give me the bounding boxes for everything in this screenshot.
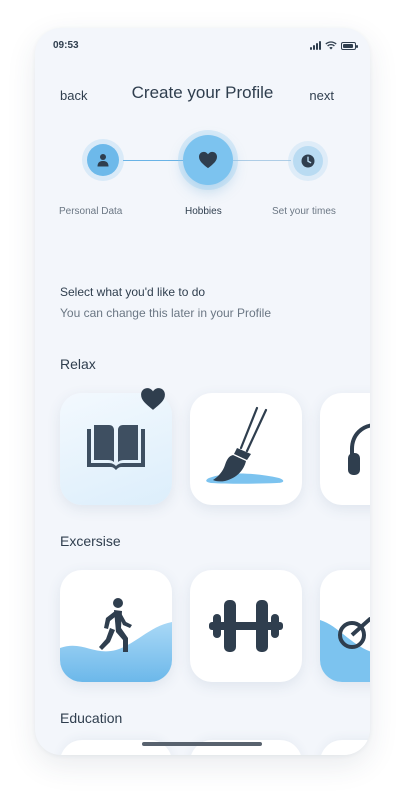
header-nav: back Create your Profile next <box>35 83 370 107</box>
signal-icon <box>310 41 321 50</box>
home-indicator[interactable] <box>142 742 262 746</box>
intro-heading: Select what you'd like to do <box>60 285 206 299</box>
step-hobbies[interactable] <box>183 135 233 185</box>
category-title-education: Education <box>60 710 123 726</box>
person-icon <box>97 154 109 167</box>
hobby-tile-music[interactable] <box>320 393 370 505</box>
step-label-set-your-times: Set your times <box>272 206 336 217</box>
paintbrush-icon <box>206 406 284 484</box>
phone-screen: 09:53 back Create your Profile next Pers… <box>35 28 370 755</box>
category-title-relax: Relax <box>60 356 96 372</box>
hobby-tile-painting[interactable] <box>190 393 302 505</box>
step-connector-1 <box>123 160 185 161</box>
intro-subheading: You can change this later in your Profil… <box>60 306 272 320</box>
headphones-icon <box>348 423 370 475</box>
dumbbell-icon <box>209 600 283 652</box>
selected-heart-icon <box>141 388 165 410</box>
wifi-icon <box>325 41 337 50</box>
step-personal-data[interactable] <box>87 144 119 176</box>
progress-stepper: Personal Data Hobbies Set your times <box>35 135 370 218</box>
hobby-tile-walking[interactable] <box>60 570 172 682</box>
walking-icon <box>99 598 132 652</box>
intro-text: Select what you'd like to do You can cha… <box>60 285 271 320</box>
hobby-tile-fitness[interactable] <box>190 570 302 682</box>
step-label-personal-data: Personal Data <box>59 206 123 217</box>
book-icon <box>87 425 145 470</box>
hobby-tile-cycling[interactable] <box>320 570 370 682</box>
status-bar: 09:53 <box>53 40 358 54</box>
hobby-tile-education-3[interactable] <box>320 740 370 755</box>
heart-icon <box>199 151 217 169</box>
next-button[interactable]: next <box>309 88 334 103</box>
battery-icon <box>341 42 358 50</box>
status-icons <box>310 41 358 50</box>
step-label-hobbies: Hobbies <box>185 206 222 217</box>
step-set-your-times[interactable] <box>293 146 323 176</box>
clock-icon <box>301 154 315 168</box>
status-time: 09:53 <box>53 40 79 51</box>
bicycle-icon <box>338 617 370 649</box>
category-title-exercise: Excersise <box>60 533 121 549</box>
step-connector-2 <box>233 160 291 161</box>
